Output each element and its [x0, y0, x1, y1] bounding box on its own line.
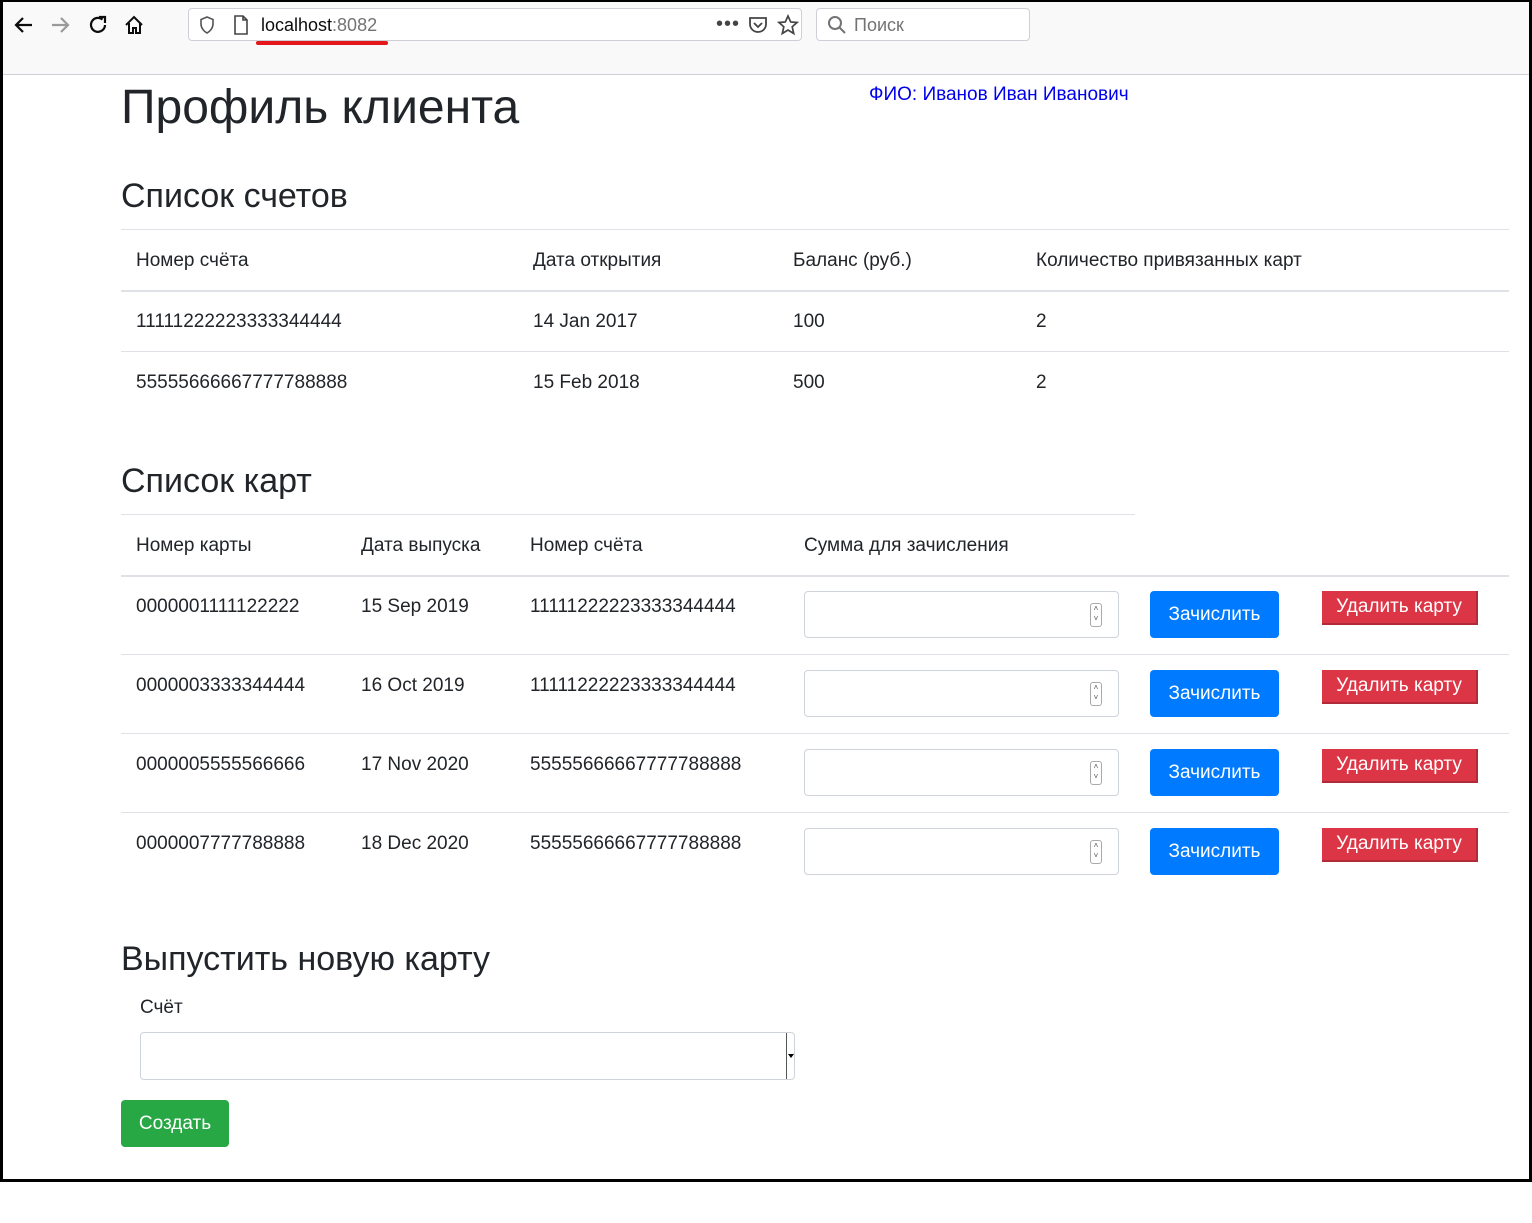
url-port: :8082 [332, 15, 378, 35]
open-date: 15 Feb 2018 [533, 372, 640, 393]
create-card-button[interactable]: Создать [121, 1100, 229, 1147]
delete-card-button[interactable]: Удалить карту [1322, 749, 1478, 783]
browser-window: localhost:8082 ••• Поиск Профиль клиента… [0, 0, 1532, 1182]
pocket-icon[interactable] [748, 15, 768, 40]
deposit-button[interactable]: Зачислить [1150, 670, 1279, 717]
browser-toolbar: localhost:8082 ••• Поиск [3, 2, 1529, 75]
column-header: Номер счёта [136, 250, 249, 271]
column-header: Номер карты [136, 535, 252, 556]
balance: 100 [793, 311, 825, 332]
deposit-button[interactable]: Зачислить [1150, 828, 1279, 875]
header-divider [121, 290, 1509, 292]
card-number: 0000007777788888 [136, 833, 306, 854]
issue-date: 17 Nov 2020 [361, 754, 469, 775]
page-icon [233, 15, 249, 40]
page-title: Профиль клиента [121, 81, 520, 134]
account-select[interactable] [140, 1032, 795, 1080]
card-number: 0000001111122222 [136, 596, 300, 617]
card-account-number: 11111222223333344444 [530, 675, 736, 696]
open-date: 14 Jan 2017 [533, 311, 638, 332]
delete-card-button[interactable]: Удалить карту [1322, 591, 1478, 625]
row-divider [121, 351, 1509, 352]
deposit-amount-input[interactable]: ˄ ˅ [804, 670, 1119, 717]
url-annotation-underline [256, 41, 388, 45]
linked-cards-count: 2 [1036, 311, 1047, 332]
number-spinner[interactable]: ˄ ˅ [1090, 840, 1102, 864]
number-spinner[interactable]: ˄ ˅ [1090, 761, 1102, 785]
cards-table-top-border [121, 514, 1135, 515]
card-account-number: 55555666667777788888 [530, 754, 742, 775]
balance: 500 [793, 372, 825, 393]
search-icon [827, 15, 847, 40]
column-header: Количество привязанных карт [1036, 250, 1302, 271]
row-divider [121, 733, 1509, 734]
issue-date: 16 Oct 2019 [361, 675, 465, 696]
address-bar[interactable]: localhost:8082 ••• [188, 8, 802, 41]
url-host: localhost [261, 15, 333, 35]
column-header: Сумма для зачисления [804, 535, 1009, 556]
deposit-amount-input[interactable]: ˄ ˅ [804, 828, 1119, 875]
row-divider [121, 812, 1509, 813]
forward-icon[interactable] [45, 10, 75, 40]
accounts-table-top-border [121, 229, 1509, 230]
column-header: Баланс (руб.) [793, 250, 912, 271]
reload-icon[interactable] [83, 10, 113, 40]
url-text[interactable]: localhost:8082 [261, 15, 377, 36]
column-header: Дата выпуска [361, 535, 481, 556]
number-spinner[interactable]: ˄ ˅ [1090, 603, 1102, 627]
issue-date: 18 Dec 2020 [361, 833, 469, 854]
delete-card-button[interactable]: Удалить карту [1322, 670, 1478, 704]
column-header: Номер счёта [530, 535, 643, 556]
deposit-amount-input[interactable]: ˄ ˅ [804, 749, 1119, 796]
delete-card-button[interactable]: Удалить карту [1322, 828, 1478, 862]
accounts-heading: Список счетов [121, 177, 348, 215]
deposit-button[interactable]: Зачислить [1150, 591, 1279, 638]
search-bar[interactable]: Поиск [816, 8, 1030, 41]
card-account-number: 55555666667777788888 [530, 833, 742, 854]
header-divider [121, 575, 1509, 577]
client-fio: ФИО: Иванов Иван Иванович [869, 84, 1129, 105]
deposit-button[interactable]: Зачислить [1150, 749, 1279, 796]
account-number: 55555666667777788888 [136, 372, 348, 393]
account-select-label: Счёт [140, 997, 183, 1018]
deposit-amount-input[interactable]: ˄ ˅ [804, 591, 1119, 638]
bookmark-star-icon[interactable] [776, 13, 800, 41]
back-icon[interactable] [9, 10, 39, 40]
account-number: 11111222223333344444 [136, 311, 342, 332]
card-number: 0000005555566666 [136, 754, 306, 775]
new-card-heading: Выпустить новую карту [121, 940, 491, 978]
issue-date: 15 Sep 2019 [361, 596, 469, 617]
shield-icon[interactable] [199, 16, 215, 39]
cards-heading: Список карт [121, 462, 312, 500]
card-account-number: 11111222223333344444 [530, 596, 736, 617]
more-icon[interactable]: ••• [716, 13, 740, 36]
chevron-down-icon[interactable] [786, 1033, 794, 1079]
card-number: 0000003333344444 [136, 675, 306, 696]
column-header: Дата открытия [533, 250, 662, 271]
row-divider [121, 654, 1509, 655]
home-icon[interactable] [119, 10, 149, 40]
linked-cards-count: 2 [1036, 372, 1047, 393]
search-placeholder: Поиск [854, 15, 904, 35]
number-spinner[interactable]: ˄ ˅ [1090, 682, 1102, 706]
